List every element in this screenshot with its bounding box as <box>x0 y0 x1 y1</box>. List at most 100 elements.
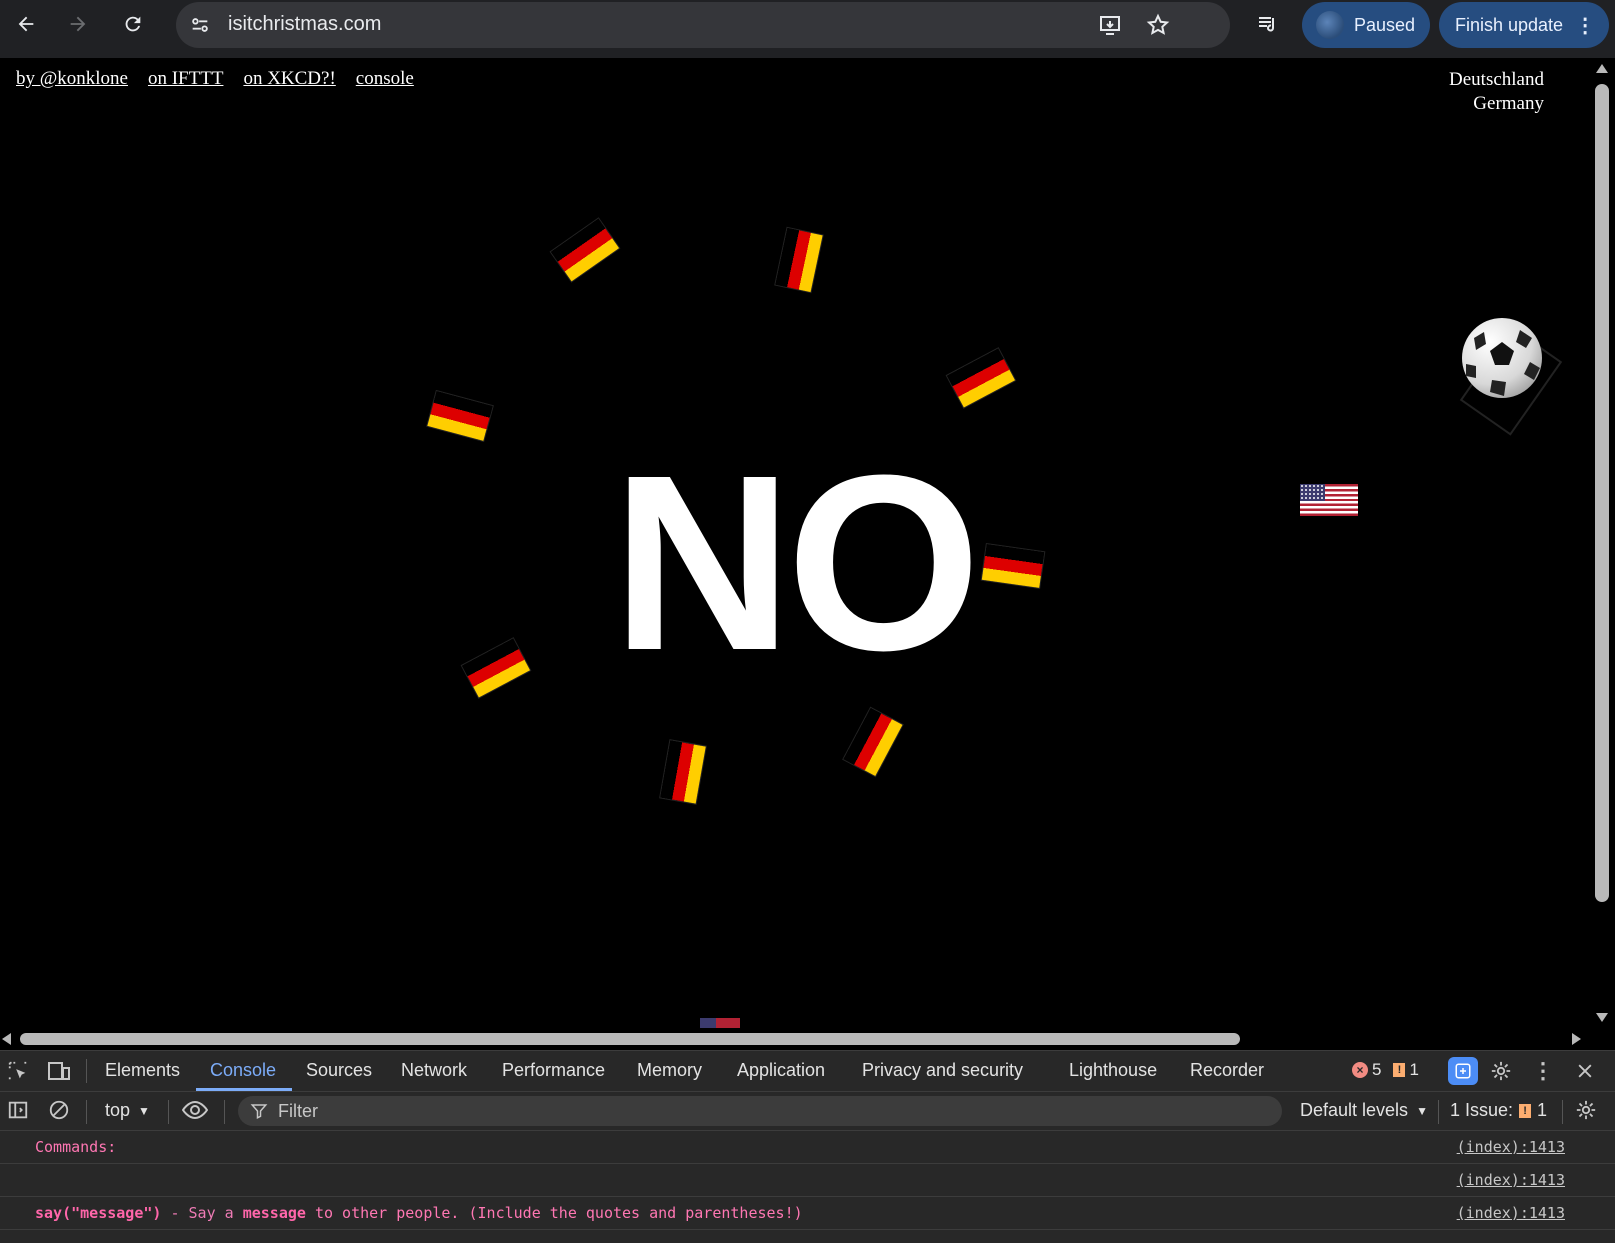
console-toolbar: top ▼ Filter Default levels ▼ 1 Issue: !… <box>0 1092 1615 1131</box>
tab-application[interactable]: Application <box>737 1060 825 1081</box>
live-expression-eye-icon[interactable] <box>182 1098 208 1122</box>
warning-icon: ! <box>1393 1063 1406 1077</box>
clear-console-icon[interactable] <box>46 1098 72 1122</box>
forward-button[interactable] <box>60 6 96 42</box>
source-link[interactable]: (index):1413 <box>1457 1171 1565 1189</box>
url-text[interactable]: isitchristmas.com <box>228 13 381 36</box>
tab-privacy-security[interactable]: Privacy and security <box>862 1060 1023 1081</box>
command-keyword: message <box>242 1204 306 1222</box>
back-button[interactable] <box>8 6 44 42</box>
log-levels-label: Default levels <box>1300 1100 1409 1120</box>
horizontal-scroll-thumb[interactable] <box>20 1033 1240 1045</box>
divider <box>224 1100 225 1124</box>
flag-germany <box>660 740 706 804</box>
finish-update-button[interactable]: Finish update ⋮ <box>1439 2 1609 48</box>
console-text: say("message") - Say a message to other … <box>35 1204 803 1222</box>
active-tab-indicator <box>196 1088 292 1091</box>
reload-button[interactable] <box>115 6 151 42</box>
flag-germany <box>427 391 493 441</box>
context-value: top <box>105 1100 131 1120</box>
flag-germany <box>843 707 903 777</box>
settings-gear-icon[interactable] <box>1488 1059 1514 1083</box>
tab-memory[interactable]: Memory <box>637 1060 702 1081</box>
arrow-right-icon <box>70 16 86 32</box>
address-bar[interactable]: isitchristmas.com <box>176 2 1230 48</box>
warning-count: 1 <box>1409 1060 1419 1079</box>
console-text: Commands: <box>35 1138 117 1156</box>
playlist-icon <box>1259 17 1275 32</box>
flag-germany <box>981 544 1045 588</box>
sidebar-toggle-icon[interactable] <box>5 1098 31 1122</box>
profile-paused-button[interactable]: Paused <box>1302 2 1430 48</box>
horizontal-scrollbar[interactable] <box>0 1028 1590 1050</box>
divider <box>86 1100 87 1124</box>
source-link[interactable]: (index):1413 <box>1457 1138 1565 1156</box>
install-app-icon[interactable] <box>1096 11 1124 39</box>
browser-toolbar: isitchristmas.com Paused Finish update ⋮ <box>0 0 1615 58</box>
log-levels-dropdown[interactable]: Default levels ▼ <box>1300 1100 1428 1121</box>
flag-germany <box>461 638 531 698</box>
inspect-element-icon[interactable] <box>5 1059 31 1083</box>
country-label: Deutschland Germany <box>1449 68 1544 116</box>
scroll-left-icon[interactable] <box>2 1033 11 1045</box>
soccer-ball <box>1458 318 1568 438</box>
console-message: Commands: (index):1413 <box>0 1131 1615 1164</box>
bookmark-star-icon[interactable] <box>1144 11 1172 39</box>
scroll-right-icon[interactable] <box>1572 1033 1581 1045</box>
link-author[interactable]: by @konklone <box>16 68 128 90</box>
tab-console[interactable]: Console <box>210 1060 276 1081</box>
divider <box>86 1059 87 1083</box>
console-message: (index):1413 <box>0 1164 1615 1197</box>
answer-text: NO <box>612 423 981 702</box>
reload-icon <box>125 16 141 32</box>
page-viewport: by @konklone on IFTTT on XKCD?! console … <box>0 58 1590 1028</box>
country-english: Germany <box>1473 93 1544 114</box>
tab-sources[interactable]: Sources <box>306 1060 372 1081</box>
issue-icon: ! <box>1519 1103 1532 1118</box>
link-console[interactable]: console <box>356 68 414 90</box>
dropdown-arrow-icon: ▼ <box>138 1103 150 1118</box>
command-description: to other people. (Include the quotes and… <box>305 1204 803 1222</box>
tab-network[interactable]: Network <box>401 1060 467 1081</box>
close-devtools-icon[interactable] <box>1572 1059 1598 1083</box>
vertical-scrollbar[interactable] <box>1590 58 1615 1028</box>
issues-button[interactable]: 1 Issue: ! 1 <box>1450 1100 1547 1121</box>
tab-lighthouse[interactable]: Lighthouse <box>1069 1060 1157 1081</box>
vertical-scroll-thumb[interactable] <box>1595 84 1609 902</box>
flag-usa <box>1300 484 1358 516</box>
more-vert-icon: ⋮ <box>1575 14 1596 37</box>
context-selector[interactable]: top ▼ <box>105 1100 150 1121</box>
issues-count: 1 <box>1537 1100 1548 1120</box>
update-label: Finish update <box>1455 14 1564 35</box>
avatar <box>1316 11 1344 39</box>
error-warning-counter[interactable]: × 5 ! 1 <box>1352 1060 1419 1080</box>
media-controls-button[interactable] <box>1250 6 1286 42</box>
tab-elements[interactable]: Elements <box>105 1060 180 1081</box>
console-settings-gear-icon[interactable] <box>1573 1098 1599 1122</box>
flag-germany <box>550 218 620 282</box>
arrow-left-icon <box>18 16 34 32</box>
error-count: 5 <box>1372 1060 1382 1079</box>
more-options-icon[interactable]: ⋮ <box>1530 1058 1556 1083</box>
soccer-ball-icon <box>1462 318 1542 398</box>
divider <box>1438 1100 1439 1124</box>
device-toolbar-icon[interactable] <box>46 1059 72 1083</box>
flag-usa-small <box>700 1018 740 1028</box>
source-link[interactable]: (index):1413 <box>1457 1204 1565 1222</box>
tab-performance[interactable]: Performance <box>502 1060 605 1081</box>
ai-assistance-icon[interactable] <box>1448 1057 1478 1085</box>
scroll-up-icon[interactable] <box>1596 64 1608 73</box>
scroll-down-icon[interactable] <box>1596 1013 1608 1022</box>
link-ifttt[interactable]: on IFTTT <box>148 68 223 90</box>
divider <box>168 1100 169 1124</box>
error-icon: × <box>1352 1062 1368 1078</box>
link-xkcd[interactable]: on XKCD?! <box>243 68 335 90</box>
command-name: say("message") <box>35 1204 162 1222</box>
flag-germany <box>775 227 823 293</box>
profile-status-label: Paused <box>1354 14 1416 35</box>
filter-funnel-icon <box>250 1102 268 1125</box>
tab-recorder[interactable]: Recorder <box>1190 1060 1264 1081</box>
country-native: Deutschland <box>1449 69 1544 90</box>
site-settings-icon[interactable] <box>186 11 214 39</box>
console-filter-input[interactable]: Filter <box>238 1096 1282 1126</box>
